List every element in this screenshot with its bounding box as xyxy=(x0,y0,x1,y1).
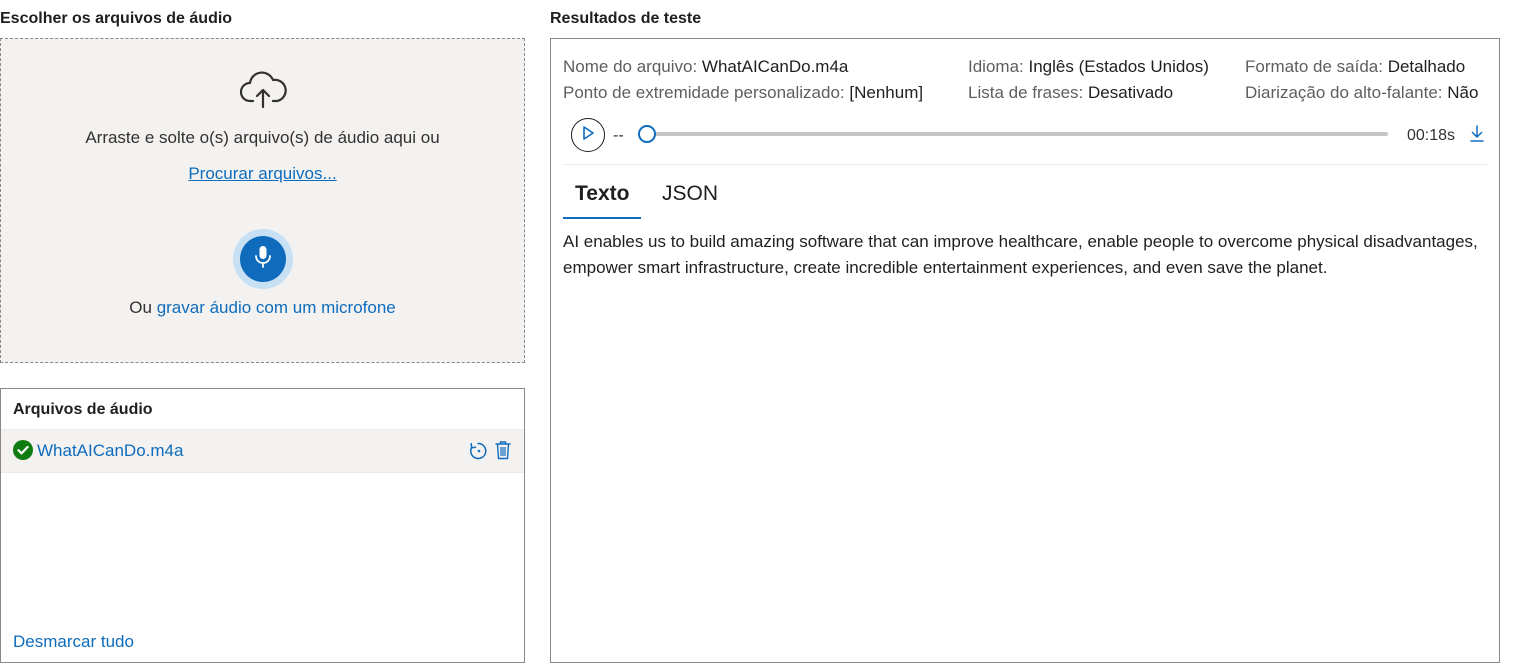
record-prefix: Ou xyxy=(129,298,152,317)
browse-files-link[interactable]: Procurar arquivos... xyxy=(188,164,336,183)
audio-dropzone[interactable]: Arraste e solte o(s) arquivo(s) de áudio… xyxy=(0,38,525,363)
file-row[interactable]: WhatAICanDo.m4a xyxy=(1,429,524,473)
play-icon xyxy=(581,125,595,146)
results-panel: Nome do arquivo: WhatAICanDo.m4a Ponto d… xyxy=(550,38,1500,663)
play-button[interactable] xyxy=(571,118,605,152)
cloud-upload-icon xyxy=(239,71,287,114)
meta-endpoint: Ponto de extremidade personalizado: [Nen… xyxy=(563,83,924,102)
choose-files-title: Escolher os arquivos de áudio xyxy=(0,10,233,27)
meta-phrase-list: Lista de frases: Desativado xyxy=(968,83,1174,102)
seek-thumb[interactable] xyxy=(638,125,656,143)
divider xyxy=(563,164,1487,165)
results-title: Resultados de teste xyxy=(550,10,702,27)
trash-icon[interactable] xyxy=(494,440,512,465)
audio-files-panel: Arquivos de áudio WhatAICanDo.m4a Desmar… xyxy=(0,388,525,663)
meta-output-format: Formato de saída: Detalhado xyxy=(1245,57,1466,76)
drop-instructions: Arraste e solte o(s) arquivo(s) de áudio… xyxy=(85,128,440,147)
download-icon[interactable] xyxy=(1470,125,1484,148)
file-name[interactable]: WhatAICanDo.m4a xyxy=(37,441,183,461)
meta-file: Nome do arquivo: WhatAICanDo.m4a xyxy=(563,57,849,76)
transcript-text: AI enables us to build amazing software … xyxy=(563,232,1478,277)
meta-language: Idioma: Inglês (Estados Unidos) xyxy=(968,57,1209,76)
current-time: -- xyxy=(613,127,624,144)
microphone-icon xyxy=(254,245,272,274)
refresh-icon[interactable] xyxy=(469,441,489,466)
audio-files-title: Arquivos de áudio xyxy=(13,401,153,418)
meta-diarization: Diarização do alto-falante: Não xyxy=(1245,83,1479,102)
selected-tab-indicator xyxy=(563,217,641,219)
tab-json[interactable]: JSON xyxy=(662,182,718,206)
tab-texto[interactable]: Texto xyxy=(575,182,629,206)
deselect-all-link[interactable]: Desmarcar tudo xyxy=(13,632,134,652)
record-microphone-button[interactable] xyxy=(233,229,293,289)
check-circle-icon xyxy=(13,440,33,465)
seek-track[interactable] xyxy=(646,132,1388,136)
duration: 00:18s xyxy=(1407,127,1456,144)
record-audio-link[interactable]: gravar áudio com um microfone xyxy=(157,298,396,317)
